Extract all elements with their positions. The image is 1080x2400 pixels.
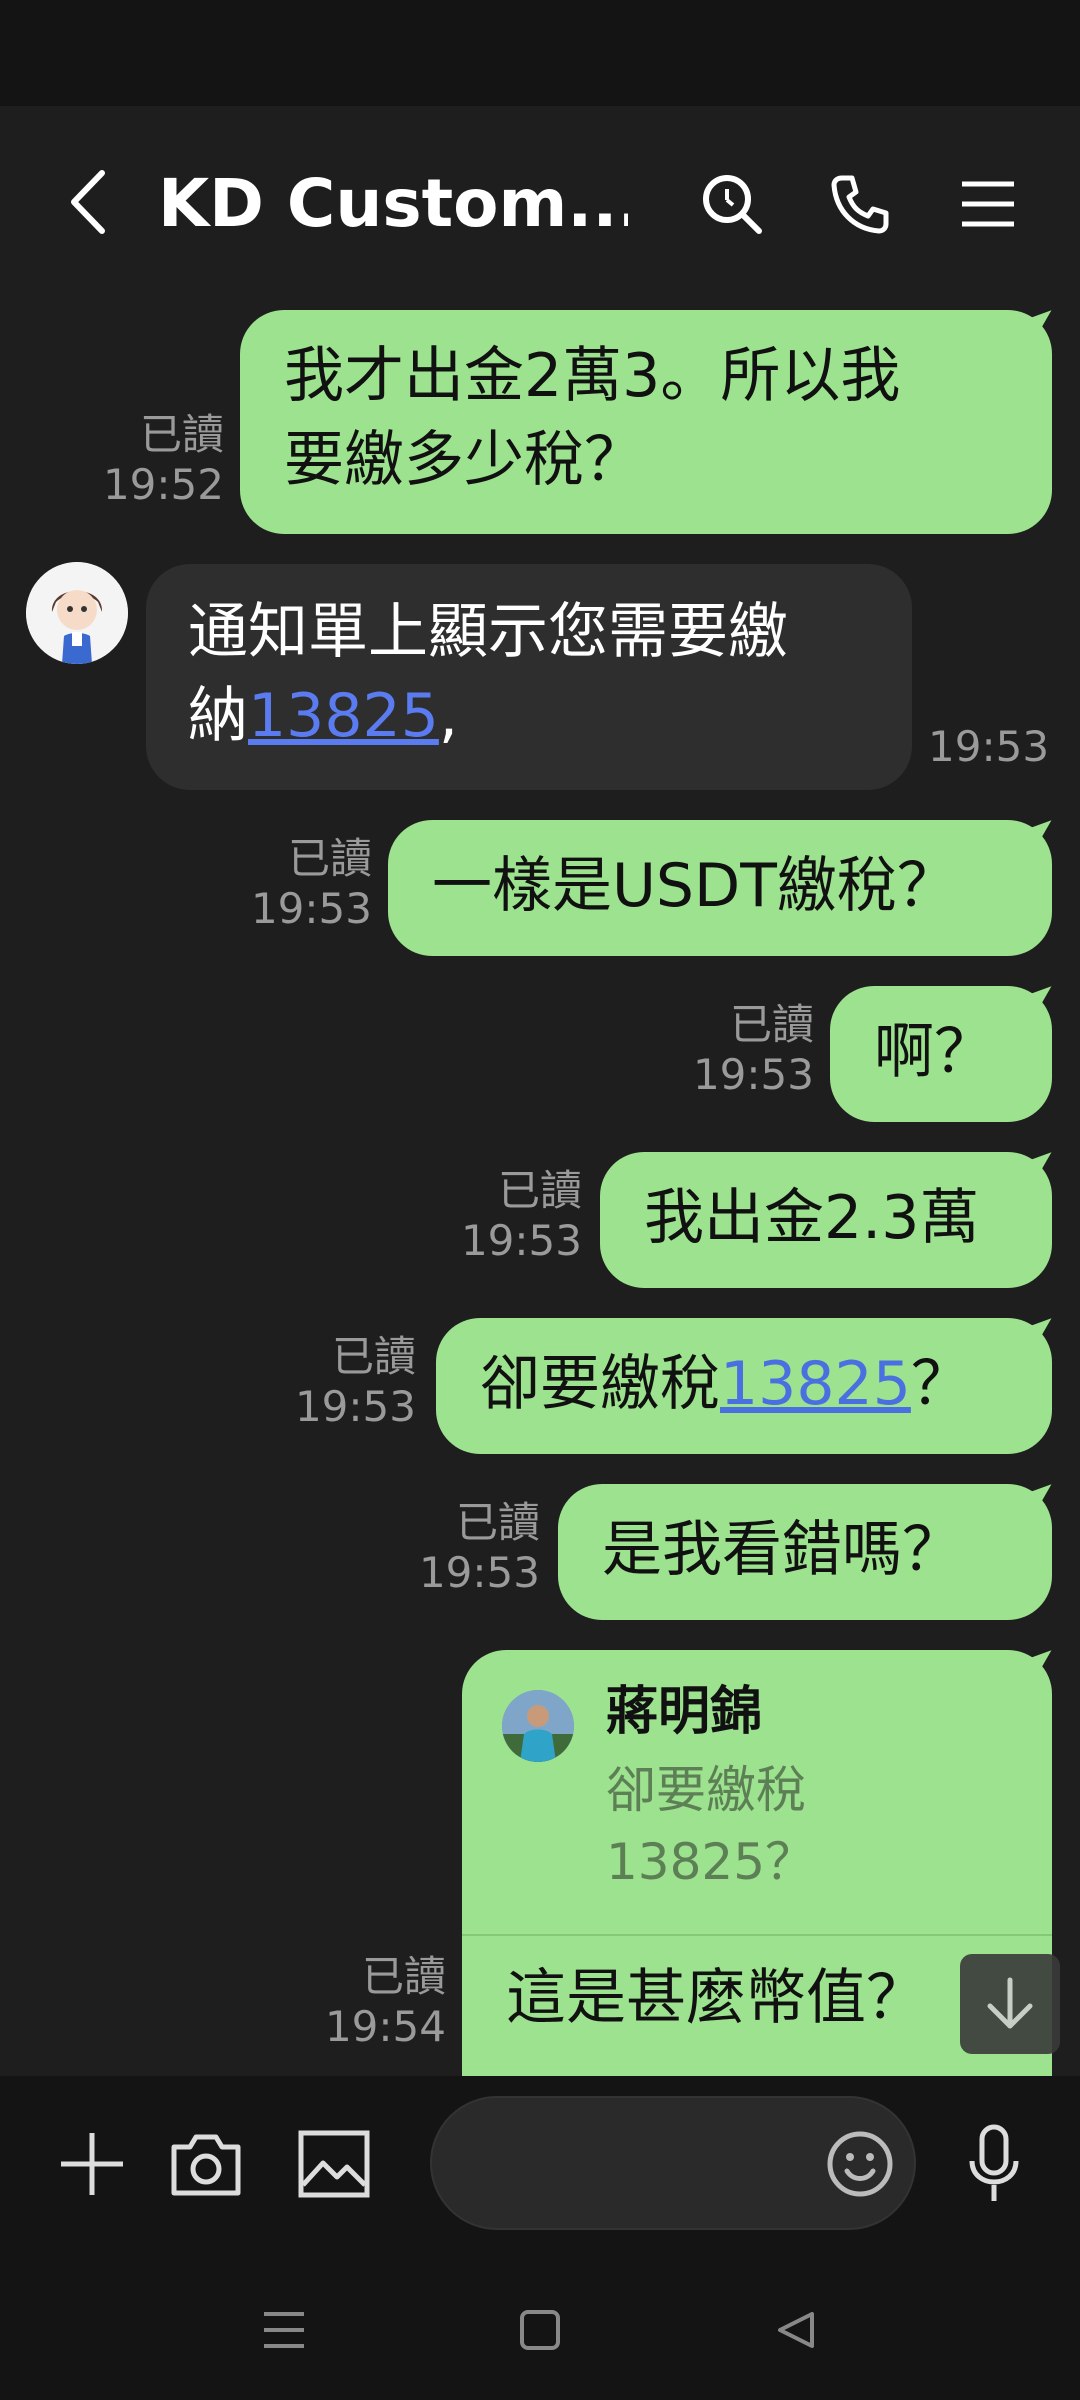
- read-receipt: 已讀: [729, 1000, 814, 1049]
- plus-icon: [61, 2133, 123, 2195]
- message-text-segment: ？: [910, 1349, 971, 1419]
- status-bar: [0, 0, 1080, 106]
- message-time: 19:52: [102, 460, 224, 509]
- quoted-sender-avatar: [502, 1690, 574, 1762]
- message-text-segment: 卻要繳稅: [480, 1349, 720, 1419]
- avatar-icon: [26, 562, 128, 664]
- emoji-button[interactable]: [816, 2120, 904, 2208]
- message-text: 通知單上顯示您需要繳: [188, 597, 788, 667]
- message-meta: 已讀 19:52: [100, 410, 224, 510]
- quoted-text: 卻要繳稅: [606, 1761, 806, 1819]
- person-photo-icon: [502, 1690, 574, 1762]
- quoted-text: 13825？: [606, 1833, 816, 1891]
- mic-icon: [969, 2124, 1019, 2201]
- quoted-message[interactable]: 蔣明錦 卻要繳稅 13825？: [462, 1650, 1052, 1934]
- search-button[interactable]: [692, 164, 772, 244]
- gallery-button[interactable]: [290, 2120, 378, 2208]
- nav-recents-icon: [264, 2312, 304, 2348]
- read-receipt: 已讀: [497, 1166, 582, 1215]
- message-time: 19:53: [928, 722, 1050, 771]
- back-button[interactable]: [56, 162, 120, 242]
- quoted-sender-name: 蔣明錦: [606, 1682, 763, 1742]
- message-text: 是我看錯嗎？: [602, 1515, 962, 1585]
- message-time: 19:54: [324, 2002, 446, 2051]
- message-time: 19:53: [294, 1382, 416, 1431]
- call-button[interactable]: [820, 164, 900, 244]
- menu-icon: [962, 181, 1014, 227]
- message-meta: 已讀 19:53: [416, 1498, 540, 1598]
- message-text: 一樣是USDT繳稅？: [432, 851, 957, 921]
- message-input-bar: [0, 2076, 1080, 2252]
- message-meta: 已讀 19:53: [458, 1166, 582, 1266]
- nav-recents-button[interactable]: [244, 2290, 324, 2370]
- read-receipt: 已讀: [287, 834, 372, 883]
- number-link[interactable]: 13825: [248, 681, 439, 751]
- menu-button[interactable]: [948, 164, 1028, 244]
- reply-divider: [462, 1934, 1052, 1936]
- message-bubble[interactable]: 卻要繳稅13825？: [436, 1318, 1052, 1454]
- read-receipt: 已讀: [139, 410, 224, 459]
- read-receipt: 已讀: [331, 1332, 416, 1381]
- emoji-icon: [827, 2131, 893, 2197]
- message-bubble[interactable]: 通知單上顯示您需要繳 納13825,: [146, 564, 912, 790]
- message-input[interactable]: [430, 2096, 916, 2230]
- message-time: 19:53: [460, 1216, 582, 1265]
- message-meta: 已讀 19:53: [248, 834, 372, 934]
- chat-header: KD Custom...: [0, 106, 1080, 292]
- phone-icon: [831, 175, 889, 234]
- arrow-down-icon: [987, 1977, 1033, 2029]
- image-icon: [298, 2130, 370, 2198]
- camera-button[interactable]: [162, 2120, 250, 2208]
- message-text-segment: ,: [438, 681, 458, 751]
- message-bubble[interactable]: 一樣是USDT繳稅？: [388, 820, 1052, 956]
- back-icon: [71, 170, 105, 234]
- nav-back-button[interactable]: [756, 2290, 836, 2370]
- message-text: 我出金2.3萬: [644, 1183, 980, 1253]
- contact-avatar[interactable]: [26, 562, 128, 664]
- message-text-segment: 納: [188, 681, 248, 751]
- number-link[interactable]: 13825: [720, 1349, 911, 1419]
- message-bubble[interactable]: 我出金2.3萬: [600, 1152, 1052, 1288]
- message-time: 19:53: [418, 1548, 540, 1597]
- read-receipt: 已讀: [455, 1498, 540, 1547]
- nav-home-button[interactable]: [500, 2290, 580, 2370]
- message-text: 我才出金2萬3。所以我: [284, 341, 901, 411]
- scroll-to-bottom-button[interactable]: [960, 1954, 1060, 2054]
- read-receipt: 已讀: [361, 1952, 446, 2001]
- system-navigation-bar: [0, 2252, 1080, 2400]
- message-text: 要繳多少稅？: [284, 425, 644, 495]
- message-text: 啊？: [874, 1017, 994, 1087]
- nav-home-icon: [520, 2310, 560, 2350]
- camera-icon: [171, 2134, 241, 2196]
- message-bubble[interactable]: 我才出金2萬3。所以我 要繳多少稅？: [240, 310, 1052, 534]
- message-text: 這是甚麼幣值？: [506, 1963, 926, 2033]
- message-bubble[interactable]: 啊？: [830, 986, 1052, 1122]
- search-icon: [703, 175, 762, 234]
- nav-back-icon: [778, 2312, 814, 2348]
- voice-button[interactable]: [952, 2116, 1036, 2212]
- message-text: 納13825,: [188, 674, 870, 758]
- message-meta: 已讀 19:54: [322, 1952, 446, 2052]
- add-button[interactable]: [48, 2120, 136, 2208]
- message-time: 19:53: [692, 1050, 814, 1099]
- message-meta: 已讀 19:53: [292, 1332, 416, 1432]
- chat-title: KD Custom...: [158, 165, 628, 242]
- message-time: 19:53: [250, 884, 372, 933]
- message-meta: 已讀 19:53: [690, 1000, 814, 1100]
- message-text: 卻要繳稅13825？: [480, 1342, 1008, 1426]
- message-bubble[interactable]: 是我看錯嗎？: [558, 1484, 1052, 1620]
